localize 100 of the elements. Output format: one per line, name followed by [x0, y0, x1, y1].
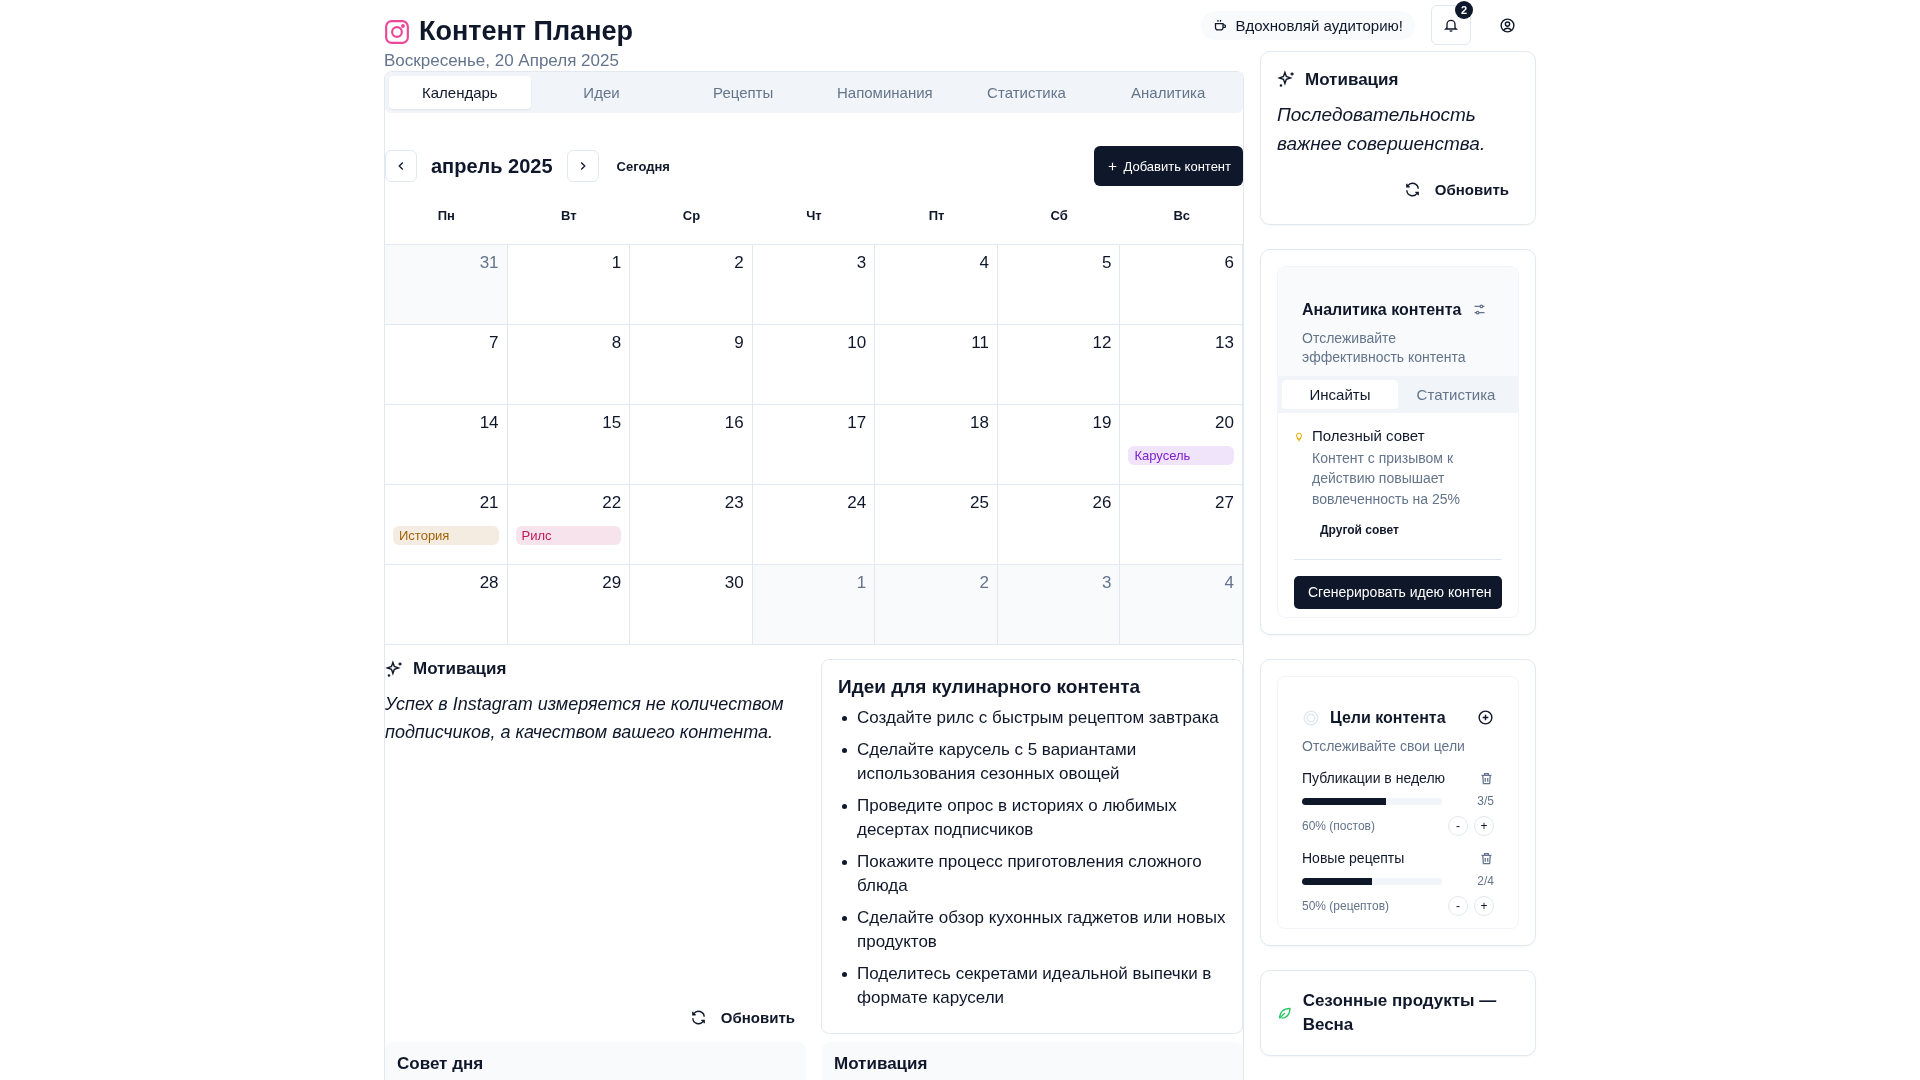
day-number: 12	[1091, 333, 1112, 353]
day-cell[interactable]: 5	[997, 245, 1121, 325]
generate-idea-button[interactable]: Сгенерировать идею контен	[1294, 575, 1502, 609]
camera-icon	[384, 18, 410, 45]
day-cell[interactable]: 2	[875, 565, 998, 645]
bullet-icon	[842, 804, 847, 809]
day-cell[interactable]: 6	[1120, 245, 1243, 325]
day-number: 15	[601, 413, 622, 433]
goals-subtitle: Отслеживайте свои цели	[1302, 736, 1466, 756]
day-cell[interactable]: 1	[507, 245, 631, 325]
add-content-button[interactable]: Добавить контент	[1093, 146, 1243, 186]
day-cell[interactable]: 28	[385, 565, 508, 645]
sparkles-icon	[385, 659, 404, 679]
day-number: 7	[488, 333, 499, 353]
increase-button[interactable]: +	[1474, 896, 1494, 917]
user-icon[interactable]	[1499, 16, 1516, 34]
analytics-heading: Аналитика контента	[1302, 300, 1462, 319]
weekday-label: Чт	[805, 207, 823, 223]
weekday-label: Ср	[681, 207, 702, 223]
add-circle-icon[interactable]	[1477, 709, 1494, 727]
day-cell[interactable]: 20 Карусель	[1120, 405, 1243, 485]
another-tip-button[interactable]: Другой совет	[1312, 508, 1407, 551]
day-cell[interactable]: 3	[997, 565, 1121, 645]
refresh-icon	[1403, 180, 1421, 198]
tab[interactable]: Рецепты	[672, 76, 814, 109]
goals-heading: Цели контента	[1330, 708, 1446, 727]
day-cell[interactable]: 4	[875, 245, 998, 325]
day-cell[interactable]: 1	[752, 565, 876, 645]
day-number: 16	[723, 413, 744, 433]
event-tag[interactable]: Рилс	[515, 526, 622, 545]
seasonal-heading: Сезонные продукты — Весна	[1302, 990, 1498, 1037]
day-cell[interactable]: 8	[507, 325, 631, 405]
tab[interactable]: Идеи	[530, 76, 673, 109]
trash-icon[interactable]	[1479, 770, 1494, 786]
trash-icon[interactable]	[1479, 850, 1494, 866]
day-number: 17	[846, 413, 867, 433]
target-icon	[1302, 708, 1320, 727]
refresh-button[interactable]: Обновить	[1393, 172, 1519, 206]
tab[interactable]: Календарь	[389, 76, 531, 109]
day-cell[interactable]: 2	[630, 245, 753, 325]
tip-text: Контент с призывом к действию повышает вовлеченность на 25%	[1312, 448, 1462, 509]
day-number: 10	[846, 333, 867, 353]
weekday-label: Пн	[436, 207, 456, 223]
tab[interactable]: Напоминания	[814, 76, 956, 109]
event-tag[interactable]: История	[393, 526, 499, 545]
inspire-text: Вдохновляй аудиторию!	[1235, 16, 1403, 34]
notification-count: 2	[1455, 1, 1473, 20]
current-date: Воскресенье, 20 Апреля 2025	[384, 51, 620, 71]
day-cell[interactable]: 23	[630, 485, 753, 565]
day-cell[interactable]: 12	[997, 325, 1121, 405]
refresh-button[interactable]: Обновить	[679, 1001, 805, 1034]
day-cell[interactable]: 7	[385, 325, 508, 405]
weekday-label: Вт	[560, 207, 578, 223]
card-heading: Совет дня	[385, 1042, 806, 1080]
idea-item: Покажите процесс приготовления сложного блюда	[857, 851, 1203, 897]
motivation-quote: Последовательность важнее совершенства.	[1277, 102, 1487, 157]
weekday-label: Пт	[927, 207, 946, 223]
decrease-button[interactable]: -	[1448, 816, 1468, 837]
day-cell[interactable]: 29	[507, 565, 631, 645]
tab[interactable]: Статистика	[955, 76, 1098, 109]
day-number: 4	[978, 253, 989, 273]
day-cell[interactable]: 30	[630, 565, 753, 645]
day-number: 8	[610, 333, 622, 353]
day-number: 21	[478, 493, 499, 513]
bullet-icon	[842, 860, 847, 865]
goal-percent: 50% (рецептов)	[1302, 899, 1389, 914]
increase-button[interactable]: +	[1474, 816, 1494, 837]
day-cell[interactable]: 14	[385, 405, 508, 485]
today-button[interactable]: Сегодня	[610, 157, 676, 175]
decrease-button[interactable]: -	[1448, 896, 1468, 917]
day-cell[interactable]: 13	[1120, 325, 1243, 405]
day-cell[interactable]: 4	[1120, 565, 1243, 645]
day-cell[interactable]: 31	[385, 245, 508, 325]
day-cell[interactable]: 22 Рилс	[507, 485, 631, 565]
tab[interactable]: Инсайты	[1282, 379, 1398, 409]
day-cell[interactable]: 18	[875, 405, 998, 485]
day-number: 23	[723, 493, 744, 513]
day-cell[interactable]: 19	[997, 405, 1121, 485]
day-cell[interactable]: 11	[875, 325, 998, 405]
day-number: 29	[601, 573, 622, 593]
day-cell[interactable]: 21 История	[385, 485, 508, 565]
day-number: 2	[978, 573, 989, 593]
day-cell[interactable]: 16	[630, 405, 753, 485]
goal-ratio: 3/5	[1477, 794, 1494, 809]
tab[interactable]: Аналитика	[1097, 76, 1239, 109]
app-title: Контент Планер	[419, 16, 633, 47]
day-cell[interactable]: 10	[752, 325, 876, 405]
lightbulb-icon	[1294, 431, 1304, 442]
day-cell[interactable]: 15	[507, 405, 631, 485]
analytics-subtitle: Отслеживайте эффективность контента	[1302, 328, 1467, 368]
bell-icon	[1443, 17, 1459, 34]
goal-name: Новые рецепты	[1302, 850, 1405, 867]
goal-percent: 60% (постов)	[1302, 819, 1375, 834]
day-number: 1	[855, 573, 867, 593]
day-cell[interactable]: 9	[630, 325, 753, 405]
event-tag[interactable]: Карусель	[1128, 446, 1234, 465]
tab[interactable]: Статистика	[1398, 379, 1514, 409]
day-cell[interactable]: 17	[752, 405, 876, 485]
ideas-heading: Идеи для кулинарного контента	[838, 676, 1142, 698]
day-cell[interactable]: 3	[752, 245, 876, 325]
